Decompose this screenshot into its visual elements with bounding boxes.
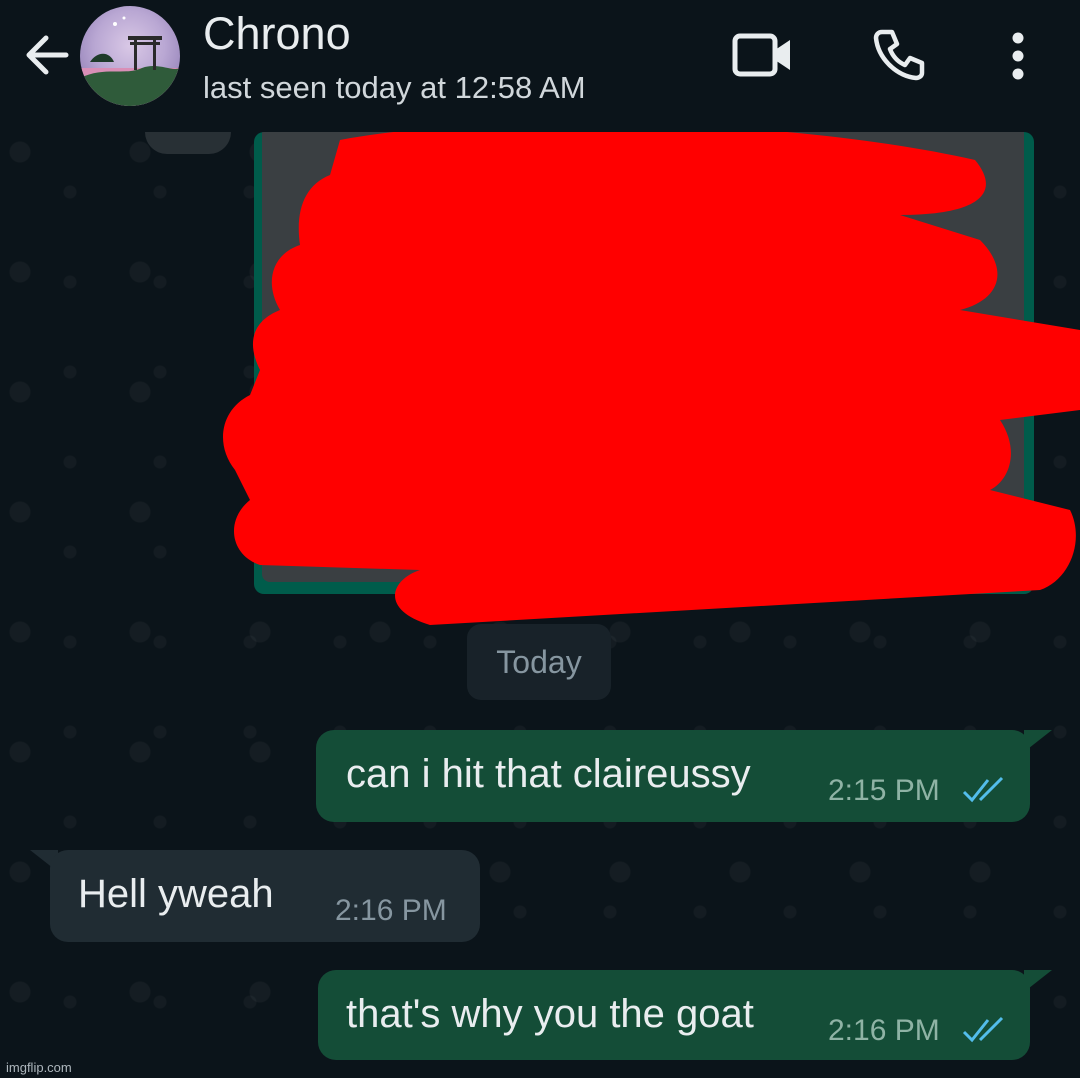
more-options-icon[interactable] — [1004, 30, 1032, 82]
date-divider-label: Today — [496, 643, 582, 680]
message-text: that's why you the goat — [346, 992, 754, 1036]
message-text: can i hit that claireussy — [346, 752, 751, 796]
outgoing-bubble-tail — [1024, 730, 1052, 752]
outgoing-bubble-tail — [1024, 970, 1052, 992]
forwarded-badge — [145, 132, 231, 154]
voice-call-icon[interactable] — [872, 26, 928, 82]
watermark: imgflip.com — [6, 1060, 72, 1075]
image-message[interactable] — [254, 132, 1034, 594]
date-divider: Today — [467, 624, 611, 700]
back-arrow-icon[interactable] — [22, 30, 72, 80]
read-ticks-icon — [962, 776, 1004, 803]
message-text: Hell yweah — [78, 872, 274, 916]
contact-name[interactable]: Chrono — [203, 8, 351, 60]
read-ticks-icon — [962, 1016, 1004, 1043]
chat-header: Chrono last seen today at 12:58 AM — [0, 0, 1080, 132]
message-time: 2:15 PM — [828, 774, 940, 807]
video-call-icon[interactable] — [732, 30, 794, 80]
avatar[interactable] — [80, 6, 180, 106]
incoming-message[interactable]: Hell yweah 2:16 PM — [50, 850, 480, 942]
message-time: 2:16 PM — [335, 894, 447, 927]
last-seen-status: last seen today at 12:58 AM — [203, 70, 586, 105]
image-content — [262, 132, 1024, 582]
outgoing-message[interactable]: can i hit that claireussy 2:15 PM — [316, 730, 1030, 822]
message-time: 2:16 PM — [828, 1014, 940, 1047]
torii-avatar-image — [80, 16, 180, 106]
outgoing-message[interactable]: that's why you the goat 2:16 PM — [318, 970, 1030, 1060]
